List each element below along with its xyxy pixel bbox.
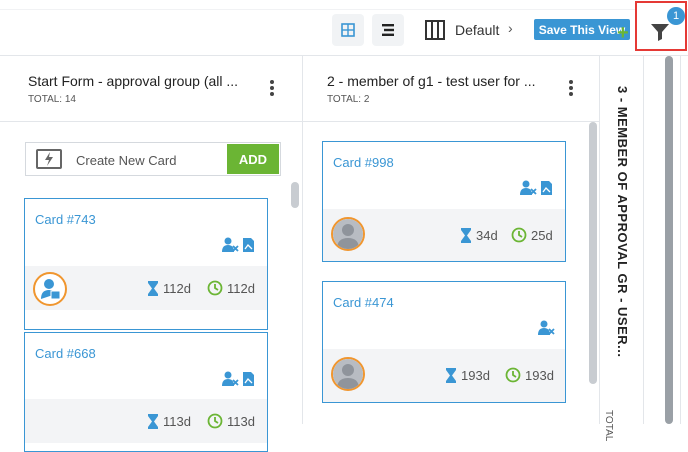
wait-time: 193d <box>445 367 490 384</box>
wait-value: 193d <box>461 368 490 383</box>
list-view-icon <box>382 24 394 36</box>
column-total-vertical: TOTAL <box>603 410 614 442</box>
user-form-icon <box>41 279 61 300</box>
hourglass-icon <box>148 281 158 296</box>
hourglass-icon <box>446 368 456 383</box>
grid-view-icon <box>341 23 355 37</box>
column-start-form: Start Form - approval group (all ... TOT… <box>0 56 303 452</box>
lightning-icon <box>36 149 62 169</box>
card-footer: 193d 193d <box>323 349 565 402</box>
create-card-field[interactable]: Create New Card ADD <box>25 142 281 176</box>
create-card-placeholder[interactable]: Create New Card <box>76 153 176 168</box>
column-scrollbar[interactable] <box>291 182 299 208</box>
clock-icon <box>511 227 527 243</box>
clock-icon <box>207 413 223 429</box>
filter-count-badge: 1 <box>667 7 685 25</box>
column-header: 2 - member of g1 - test user for ... TOT… <box>303 56 599 122</box>
column-scrollbar[interactable] <box>589 122 597 384</box>
column-title: 2 - member of g1 - test user for ... <box>327 73 536 89</box>
save-view-button[interactable]: Save This View <box>534 19 630 40</box>
card[interactable]: Card #998 34d 25d <box>322 141 566 262</box>
card-title[interactable]: Card #668 <box>35 346 96 361</box>
filter-button[interactable]: 1 <box>635 1 687 51</box>
user-silhouette-icon <box>333 219 363 249</box>
wait-time: 112d <box>147 280 191 297</box>
card-icons <box>519 180 553 196</box>
wait-value: 113d <box>163 414 191 429</box>
assign-user-icon[interactable] <box>221 371 239 387</box>
add-card-button[interactable]: ADD <box>227 144 279 174</box>
card[interactable]: Card #474 193d 193d <box>322 281 566 403</box>
column-menu-icon[interactable] <box>269 80 275 98</box>
card-title[interactable]: Card #474 <box>333 295 394 310</box>
hourglass-icon <box>148 414 158 429</box>
card-icons <box>221 237 255 253</box>
toolbar-top-divider <box>0 0 688 10</box>
assign-user-icon[interactable] <box>221 237 239 253</box>
columns-icon[interactable] <box>424 19 446 41</box>
age-value: 193d <box>525 367 554 383</box>
card-icons <box>221 371 255 387</box>
card[interactable]: Card #668 113d 113d <box>24 332 268 452</box>
age-value: 112d <box>227 280 255 296</box>
card-footer: 113d 113d <box>25 399 267 443</box>
wait-value: 34d <box>476 228 498 243</box>
add-column-icon[interactable]: + <box>617 22 629 45</box>
clock-icon <box>505 367 521 383</box>
document-icon[interactable] <box>540 180 553 196</box>
card-age: 112d <box>207 280 255 296</box>
user-silhouette-icon <box>333 359 363 389</box>
avatar[interactable] <box>331 357 365 391</box>
avatar[interactable] <box>331 217 365 251</box>
column-menu-icon[interactable] <box>568 80 574 98</box>
card-footer: 34d 25d <box>323 209 565 261</box>
document-icon[interactable] <box>242 237 255 253</box>
column-title: Start Form - approval group (all ... <box>28 73 239 89</box>
card-footer: 112d 112d <box>25 266 267 310</box>
card-age: 113d <box>207 413 255 429</box>
card-icons <box>537 320 555 336</box>
toolbar: Default › Save This View 1 <box>0 0 688 56</box>
hourglass-icon <box>461 228 471 243</box>
card-age: 193d <box>505 367 554 383</box>
list-view-button[interactable] <box>372 14 404 46</box>
clock-icon <box>207 280 223 296</box>
card-title[interactable]: Card #743 <box>35 212 96 227</box>
card[interactable]: Card #743 112d 112d <box>24 198 268 330</box>
wait-time: 113d <box>147 413 191 430</box>
column-total: TOTAL: 2 <box>327 94 370 105</box>
filter-icon <box>651 24 669 41</box>
column-total: TOTAL: 14 <box>28 94 76 105</box>
wait-time: 34d <box>460 227 498 244</box>
view-chevron-icon[interactable]: › <box>508 20 513 36</box>
age-value: 113d <box>227 413 255 429</box>
board-scrollbar[interactable] <box>665 56 673 424</box>
assign-user-icon[interactable] <box>537 320 555 336</box>
age-value: 25d <box>531 227 553 243</box>
column-member-g1: 2 - member of g1 - test user for ... TOT… <box>303 56 600 424</box>
assign-user-icon[interactable] <box>519 180 537 196</box>
column-header: Start Form - approval group (all ... TOT… <box>0 56 302 122</box>
document-icon[interactable] <box>242 371 255 387</box>
kanban-board: Start Form - approval group (all ... TOT… <box>0 56 688 452</box>
card-title[interactable]: Card #998 <box>333 155 394 170</box>
card-age: 25d <box>511 227 553 243</box>
view-name[interactable]: Default <box>455 22 499 38</box>
avatar[interactable] <box>33 272 67 306</box>
grid-view-button[interactable] <box>332 14 364 46</box>
board-edge <box>680 56 688 424</box>
column-title-vertical: 3 - MEMBER OF APPROVAL GR - USER... <box>615 86 630 358</box>
wait-value: 112d <box>163 281 191 296</box>
